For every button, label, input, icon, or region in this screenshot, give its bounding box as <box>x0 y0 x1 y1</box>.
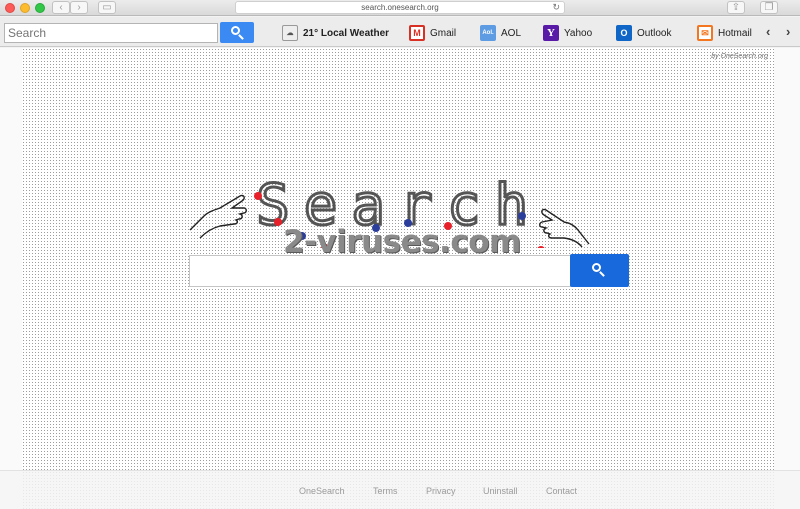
bookmark-aol[interactable]: Aol. AOL <box>480 23 521 43</box>
bookmark-hotmail[interactable]: ✉ Hotmail <box>697 23 752 43</box>
bookmark-yahoo[interactable]: Y Yahoo <box>543 23 592 43</box>
page-content: by OneSearch.org Search 2-viruses.com On… <box>0 48 800 509</box>
sidebar-icon[interactable]: ▭ <box>98 1 116 14</box>
weather-icon: ☁ <box>282 25 298 41</box>
tabs-overview-icon[interactable]: ❐ <box>760 1 778 14</box>
main-search-input[interactable] <box>189 255 571 287</box>
chevron-right-icon[interactable]: › <box>786 24 790 39</box>
address-bar-url: search.onesearch.org <box>361 3 439 12</box>
footer-link-terms[interactable]: Terms <box>373 486 398 496</box>
aol-icon: Aol. <box>480 25 496 41</box>
address-bar[interactable]: search.onesearch.org ↻ <box>235 1 565 14</box>
bookmark-gmail-label: Gmail <box>430 27 457 39</box>
gmail-icon: M <box>409 25 425 41</box>
bookmark-gmail[interactable]: M Gmail <box>409 23 456 43</box>
reload-icon[interactable]: ↻ <box>552 2 560 13</box>
share-icon[interactable]: ⇪ <box>727 1 745 14</box>
main-search-button[interactable] <box>570 254 629 287</box>
extension-toolbar: ☁ 21° Local Weather M Gmail Aol. AOL Y Y… <box>0 17 800 47</box>
forward-button[interactable]: › <box>70 1 88 14</box>
yahoo-icon: Y <box>543 25 559 41</box>
toolbar-search-button[interactable] <box>220 22 254 43</box>
bookmark-weather[interactable]: ☁ 21° Local Weather <box>282 23 389 43</box>
search-icon <box>592 263 601 272</box>
hand-pointer-left-icon <box>189 194 247 239</box>
footer-link-contact[interactable]: Contact <box>546 486 577 496</box>
bookmark-yahoo-label: Yahoo <box>564 27 593 39</box>
bookmark-hotmail-label: Hotmail <box>718 27 752 39</box>
hotmail-icon: ✉ <box>697 25 713 41</box>
outlook-icon: O <box>616 25 632 41</box>
footer-link-onesearch[interactable]: OneSearch <box>299 486 345 496</box>
attribution-text: by OneSearch.org <box>711 53 768 60</box>
minimize-window-button[interactable] <box>20 3 30 13</box>
footer-link-uninstall[interactable]: Uninstall <box>483 486 518 496</box>
bookmark-weather-label: 21° Local Weather <box>303 27 390 39</box>
bookmark-outlook-label: Outlook <box>637 27 672 39</box>
search-icon <box>231 26 240 35</box>
bookmark-outlook[interactable]: O Outlook <box>616 23 671 43</box>
footer: OneSearch Terms Privacy Uninstall Contac… <box>0 470 800 509</box>
toolbar-search-input[interactable] <box>4 23 218 43</box>
hand-pointer-right-icon <box>539 208 590 248</box>
close-window-button[interactable] <box>5 3 15 13</box>
chevron-left-icon[interactable]: ‹ <box>766 24 770 39</box>
back-button[interactable]: ‹ <box>52 1 70 14</box>
footer-link-privacy[interactable]: Privacy <box>426 486 456 496</box>
bookmark-aol-label: AOL <box>501 27 522 39</box>
zoom-window-button[interactable] <box>35 3 45 13</box>
browser-titlebar: ‹ › ▭ search.onesearch.org ↻ ⇪ ❐ <box>0 0 800 16</box>
